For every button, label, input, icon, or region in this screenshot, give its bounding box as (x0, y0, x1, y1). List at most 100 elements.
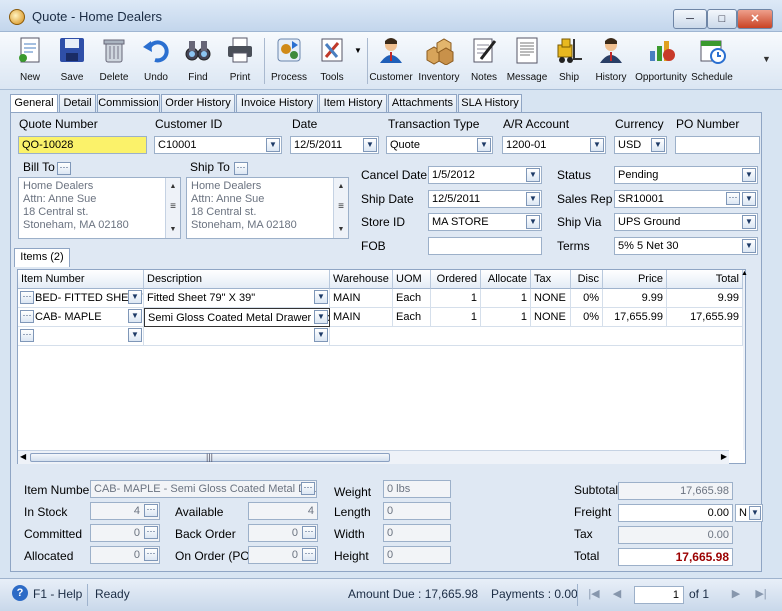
date-field[interactable]: 12/5/2011 ▼ (290, 136, 379, 154)
column-header-allocate[interactable]: Allocate (481, 270, 531, 289)
next-page-icon[interactable]: ▶ (727, 585, 745, 603)
page-number-input[interactable]: 1 (634, 586, 684, 604)
chevron-down-icon[interactable]: ▼ (526, 215, 540, 229)
table-row-warehouse[interactable]: MAIN (330, 308, 393, 327)
bill-to-address[interactable]: Home Dealers Attn: Anne Sue 18 Central s… (18, 177, 181, 239)
table-row-price[interactable]: 9.99 (603, 289, 667, 308)
table-row-uom[interactable]: Each (393, 308, 431, 327)
chevron-down-icon[interactable]: ▼ (742, 215, 756, 229)
chevron-down-icon[interactable]: ▼ (477, 138, 491, 152)
help-icon[interactable]: ? (12, 585, 28, 601)
table-row-tax[interactable]: NONE (531, 289, 571, 308)
transaction-type-select[interactable]: Quote ▼ (386, 136, 493, 154)
ship-date-field[interactable]: 12/5/2011 ▼ (428, 190, 542, 208)
table-row-description[interactable]: Fitted Sheet 79" X 39" ▼ (144, 289, 330, 308)
scroll-up-icon[interactable]: ▲ (741, 270, 748, 278)
chevron-down-icon[interactable]: ▼ (128, 328, 142, 342)
customer-button[interactable]: Customer (368, 32, 414, 90)
tools-button[interactable]: ▼ Tools (312, 32, 364, 90)
store-id-field[interactable]: MA STORE ▼ (428, 213, 542, 231)
help-link[interactable]: F1 - Help (33, 587, 82, 601)
chevron-down-icon[interactable]: ▼ (314, 310, 328, 324)
table-row-new-rest[interactable] (330, 327, 743, 346)
terms-select[interactable]: 5% 5 Net 30 ▼ (614, 237, 758, 255)
ellipsis-icon[interactable]: ··· (144, 526, 158, 539)
fob-field[interactable] (428, 237, 542, 255)
scroll-right-icon[interactable]: ▶ (721, 452, 727, 461)
minimize-button[interactable]: ─ (673, 9, 707, 29)
opportunity-button[interactable]: Opportunity (634, 32, 688, 90)
chevron-down-icon[interactable]: ▼ (742, 239, 756, 253)
table-row-allocate[interactable]: 1 (481, 308, 531, 327)
notes-button[interactable]: Notes (464, 32, 504, 90)
grid-horizontal-scrollbar[interactable]: ◀ ||| ▶ (18, 450, 729, 464)
scroll-left-icon[interactable]: ◀ (20, 452, 26, 461)
table-row-tax[interactable]: NONE (531, 308, 571, 327)
find-button[interactable]: Find (178, 32, 218, 90)
print-button[interactable]: Print (220, 32, 260, 90)
delete-button[interactable]: Delete (94, 32, 134, 90)
ellipsis-icon[interactable]: ··· (301, 482, 315, 495)
history-button[interactable]: History (590, 32, 632, 90)
ellipsis-icon[interactable]: ··· (726, 192, 740, 205)
maximize-button[interactable]: □ (707, 9, 737, 29)
ellipsis-icon[interactable]: ··· (20, 329, 34, 342)
previous-page-icon[interactable]: ◀ (608, 585, 626, 603)
ellipsis-icon[interactable]: ··· (20, 310, 34, 323)
column-header-description[interactable]: Description (144, 270, 330, 289)
sales-rep-field[interactable]: SR10001 ··· ▼ (614, 190, 758, 208)
tab-order-history[interactable]: Order History (161, 94, 235, 112)
chevron-down-icon[interactable]: ▼ (526, 168, 540, 182)
ship-to-lookup-button[interactable]: ··· (234, 159, 248, 175)
table-row-item-number[interactable]: ··· BED- FITTED SHEET ▼ (18, 289, 144, 308)
chevron-down-icon[interactable]: ▼ (128, 309, 142, 323)
close-button[interactable]: ✕ (737, 9, 773, 29)
ellipsis-icon[interactable]: ··· (144, 504, 158, 517)
chevron-down-icon[interactable]: ▼ (363, 138, 377, 152)
new-button[interactable]: New (10, 32, 50, 90)
ellipsis-icon[interactable]: ··· (144, 548, 158, 561)
grid-vertical-scrollbar[interactable] (743, 270, 745, 450)
chevron-down-icon[interactable]: ▼ (314, 290, 328, 304)
table-row-price[interactable]: 17,655.99 (603, 308, 667, 327)
ship-button[interactable]: Ship (550, 32, 588, 90)
tab-commission[interactable]: Commission (97, 94, 160, 112)
message-button[interactable]: Message (506, 32, 548, 90)
tab-attachments[interactable]: Attachments (388, 94, 457, 112)
ship-to-scrollbar[interactable]: ▲ ≡ ▼ (333, 178, 348, 238)
last-page-icon[interactable]: ▶| (752, 585, 770, 603)
column-header-price[interactable]: Price (603, 270, 667, 289)
table-row-new-description[interactable]: ▼ (144, 327, 330, 346)
po-number-field[interactable] (675, 136, 760, 154)
freight-code-select[interactable]: N ▼ (735, 504, 763, 522)
ellipsis-icon[interactable]: ··· (302, 548, 316, 561)
chevron-down-icon[interactable]: ▼ (590, 138, 604, 152)
table-row-allocate[interactable]: 1 (481, 289, 531, 308)
status-select[interactable]: Pending ▼ (614, 166, 758, 184)
schedule-button[interactable]: Schedule (690, 32, 734, 90)
tab-detail[interactable]: Detail (59, 94, 96, 112)
table-row-disc[interactable]: 0% (571, 308, 603, 327)
table-row-disc[interactable]: 0% (571, 289, 603, 308)
process-button[interactable]: Process (268, 32, 310, 90)
ship-via-select[interactable]: UPS Ground ▼ (614, 213, 758, 231)
tab-invoice-history[interactable]: Invoice History (236, 94, 318, 112)
bill-to-scrollbar[interactable]: ▲ ≡ ▼ (165, 178, 180, 238)
table-row-warehouse[interactable]: MAIN (330, 289, 393, 308)
ellipsis-icon[interactable]: ··· (20, 291, 34, 304)
ellipsis-icon[interactable]: ··· (302, 526, 316, 539)
undo-button[interactable]: Undo (136, 32, 176, 90)
first-page-icon[interactable]: |◀ (585, 585, 603, 603)
chevron-down-icon[interactable]: ▼ (314, 328, 328, 342)
column-header-ordered[interactable]: Ordered (431, 270, 481, 289)
tab-item-history[interactable]: Item History (319, 94, 387, 112)
tools-dropdown-icon[interactable]: ▼ (354, 46, 362, 55)
column-header-warehouse[interactable]: Warehouse (330, 270, 393, 289)
chevron-down-icon[interactable]: ▼ (651, 138, 665, 152)
tab-general[interactable]: General (10, 94, 58, 113)
inventory-button[interactable]: Inventory (416, 32, 462, 90)
save-button[interactable]: Save (52, 32, 92, 90)
chevron-down-icon[interactable]: ▼ (128, 290, 142, 304)
table-row-new-item[interactable]: ··· ▼ (18, 327, 144, 346)
table-row-uom[interactable]: Each (393, 289, 431, 308)
